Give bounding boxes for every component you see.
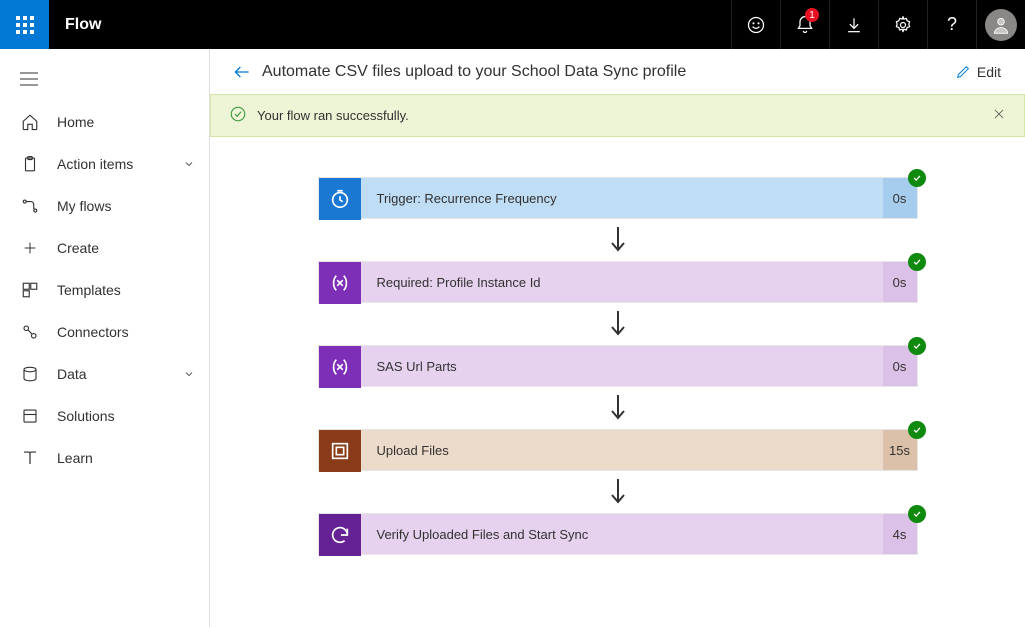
sync-icon (319, 514, 361, 556)
step-label: Verify Uploaded Files and Start Sync (361, 514, 883, 554)
connectors-icon (20, 323, 40, 341)
close-icon (992, 107, 1006, 121)
clipboard-icon (20, 155, 40, 173)
success-check-icon (908, 169, 926, 187)
sidebar-item-learn[interactable]: Learn (0, 437, 209, 479)
arrow-left-icon (232, 62, 252, 82)
data-icon (20, 365, 40, 383)
sidebar-item-label: Data (57, 366, 183, 382)
page-title: Automate CSV files upload to your School… (262, 63, 955, 81)
sidebar-item-home[interactable]: Home (0, 101, 209, 143)
main-content: Automate CSV files upload to your School… (210, 49, 1025, 627)
variable-icon (319, 262, 361, 304)
success-check-icon (908, 505, 926, 523)
sidebar-item-solutions[interactable]: Solutions (0, 395, 209, 437)
clock-icon (319, 178, 361, 220)
success-check-icon (908, 253, 926, 271)
step-label: Required: Profile Instance Id (361, 262, 883, 302)
sidebar-item-label: Templates (57, 282, 195, 298)
edit-label: Edit (977, 64, 1001, 80)
help-button[interactable]: ? (927, 0, 976, 49)
success-check-icon (908, 337, 926, 355)
download-button[interactable] (829, 0, 878, 49)
sidebar-item-create[interactable]: Create (0, 227, 209, 269)
sidebar-item-label: Home (57, 114, 195, 130)
nav-toggle-button[interactable] (0, 57, 209, 101)
sidebar-item-action-items[interactable]: Action items (0, 143, 209, 185)
sidebar: Home Action items My flows Create Templa… (0, 49, 210, 627)
connector-arrow-icon (608, 303, 628, 345)
success-check-icon (908, 421, 926, 439)
connector-arrow-icon (608, 387, 628, 429)
chevron-down-icon (183, 368, 195, 380)
avatar-icon (985, 9, 1017, 41)
home-icon (20, 113, 40, 131)
learn-icon (20, 449, 40, 467)
sidebar-item-data[interactable]: Data (0, 353, 209, 395)
waffle-icon (16, 16, 34, 34)
download-icon (844, 15, 864, 35)
success-banner: Your flow ran successfully. (210, 94, 1025, 137)
brand-label: Flow (49, 16, 731, 34)
sidebar-item-label: Action items (57, 156, 183, 172)
container-icon (319, 430, 361, 472)
feedback-button[interactable] (731, 0, 780, 49)
sidebar-item-label: Learn (57, 450, 195, 466)
chevron-down-icon (183, 158, 195, 170)
hamburger-icon (20, 72, 38, 86)
solutions-icon (20, 407, 40, 425)
back-button[interactable] (222, 62, 262, 82)
banner-message: Your flow ran successfully. (257, 108, 409, 123)
banner-close-button[interactable] (992, 107, 1006, 124)
flow-step-verify-sync[interactable]: Verify Uploaded Files and Start Sync 4s (318, 513, 918, 555)
notification-badge: 1 (805, 8, 819, 22)
account-button[interactable] (976, 0, 1025, 49)
sidebar-item-my-flows[interactable]: My flows (0, 185, 209, 227)
sidebar-item-label: Solutions (57, 408, 195, 424)
smile-icon (746, 15, 766, 35)
templates-icon (20, 281, 40, 299)
flow-step-sas-url[interactable]: SAS Url Parts 0s (318, 345, 918, 387)
sidebar-item-connectors[interactable]: Connectors (0, 311, 209, 353)
sidebar-item-label: Create (57, 240, 195, 256)
settings-button[interactable] (878, 0, 927, 49)
variable-icon (319, 346, 361, 388)
app-launcher-button[interactable] (0, 0, 49, 49)
flow-step-trigger[interactable]: Trigger: Recurrence Frequency 0s (318, 177, 918, 219)
page-header: Automate CSV files upload to your School… (210, 49, 1025, 94)
gear-icon (893, 15, 913, 35)
step-label: SAS Url Parts (361, 346, 883, 386)
help-icon: ? (947, 14, 957, 35)
plus-icon (20, 240, 40, 256)
sidebar-item-templates[interactable]: Templates (0, 269, 209, 311)
step-label: Upload Files (361, 430, 883, 470)
flow-icon (20, 197, 40, 215)
flow-step-upload-files[interactable]: Upload Files 15s (318, 429, 918, 471)
step-label: Trigger: Recurrence Frequency (361, 178, 883, 218)
connector-arrow-icon (608, 471, 628, 513)
sidebar-item-label: My flows (57, 198, 195, 214)
pencil-icon (955, 64, 971, 80)
flow-step-profile-instance[interactable]: Required: Profile Instance Id 0s (318, 261, 918, 303)
flow-canvas: Trigger: Recurrence Frequency 0s Require… (210, 137, 1025, 627)
notifications-button[interactable]: 1 (780, 0, 829, 49)
top-bar: Flow 1 ? (0, 0, 1025, 49)
edit-button[interactable]: Edit (955, 64, 1001, 80)
check-circle-icon (229, 105, 247, 126)
connector-arrow-icon (608, 219, 628, 261)
sidebar-item-label: Connectors (57, 324, 195, 340)
